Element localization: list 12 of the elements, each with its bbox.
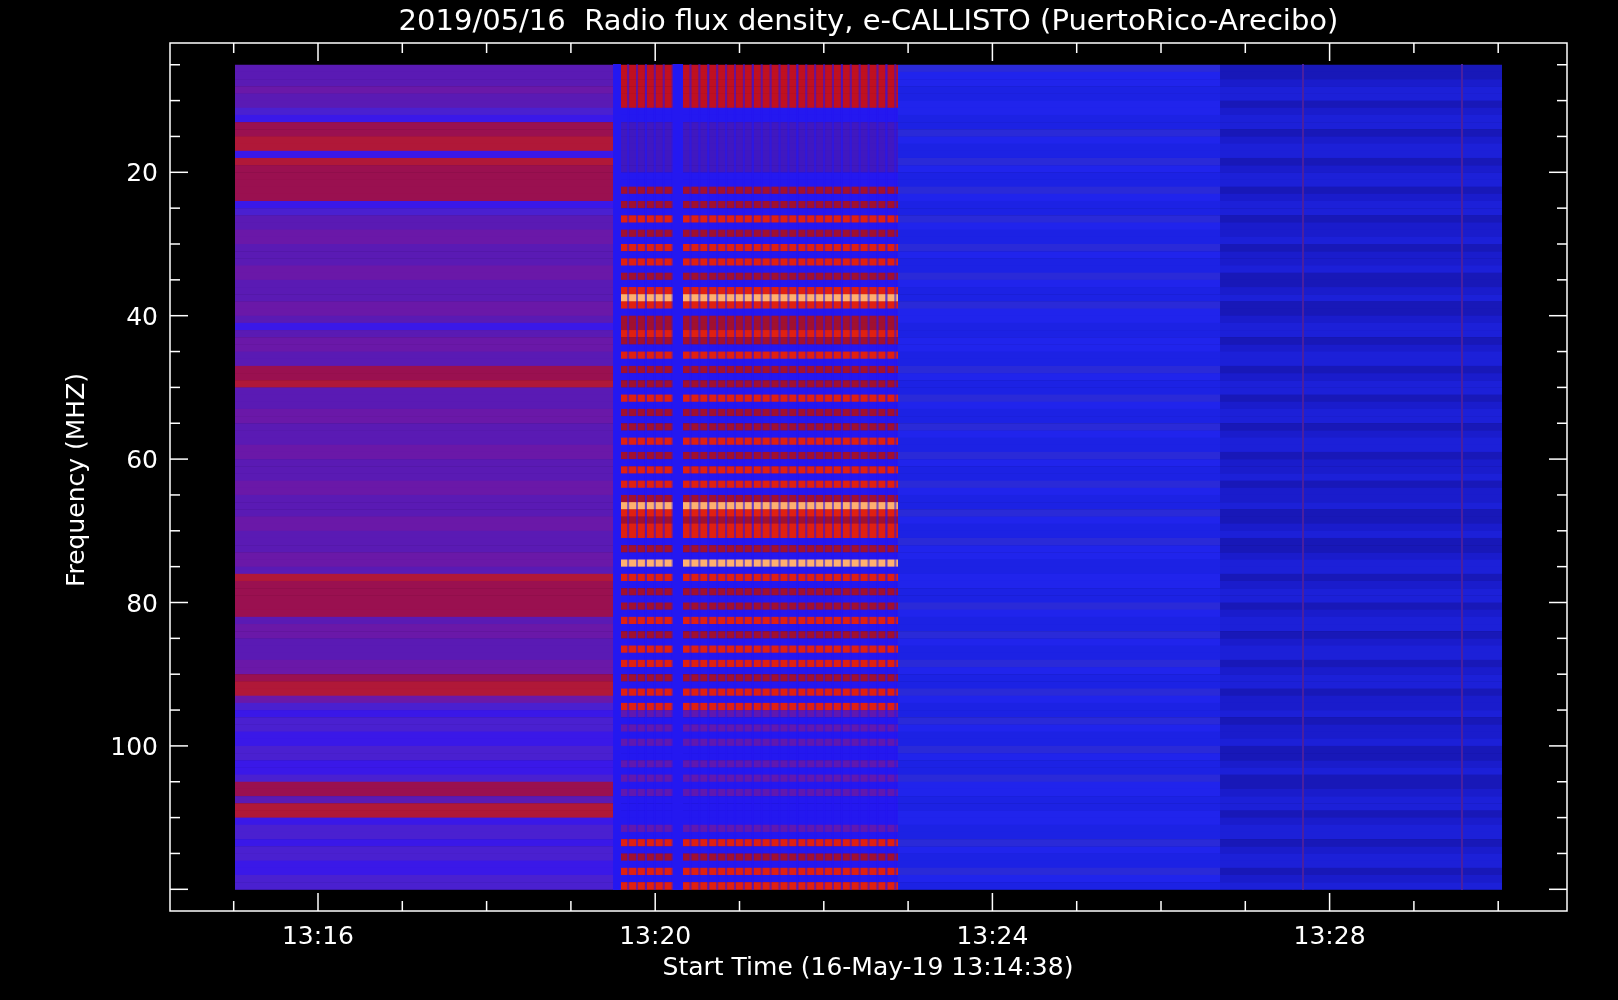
x-axis-title: Start Time (16-May-19 13:14:38) [662, 952, 1074, 981]
x-tick-label: 13:20 [619, 921, 692, 950]
x-tick-label: 13:28 [1293, 921, 1366, 950]
y-tick-label: 40 [126, 301, 158, 331]
y-tick-label: 100 [110, 731, 158, 761]
y-tick-label: 80 [126, 588, 158, 618]
x-tick-label: 13:24 [956, 921, 1029, 950]
y-axis-title: Frequency (MHZ) [61, 372, 90, 588]
y-tick-label: 20 [126, 158, 158, 188]
plot-title: 2019/05/16 Radio flux density, e-CALLISTO (PuertoRico-Arecibo) [398, 2, 1339, 39]
y-tick-label: 60 [126, 445, 158, 475]
x-tick-label: 13:16 [282, 921, 354, 950]
